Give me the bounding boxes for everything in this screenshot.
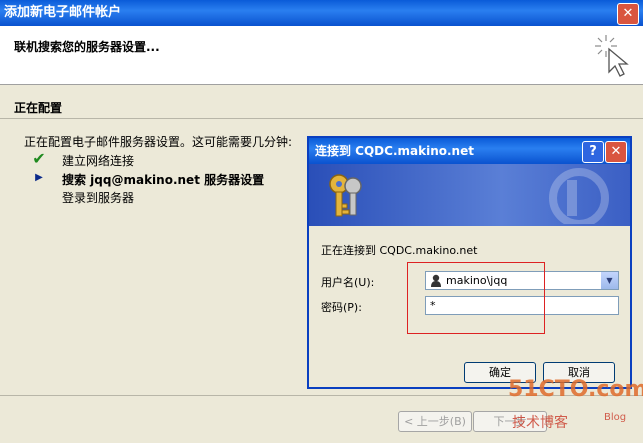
back-button[interactable]: < 上一步(B): [398, 411, 472, 432]
password-label: 密码(P):: [321, 301, 362, 314]
header-title: 联机搜索您的服务器设置...: [14, 40, 160, 54]
dialog-titlebar: 连接到 CQDC.makino.net ? ✕: [309, 138, 630, 164]
window-title: 添加新电子邮件帐户: [4, 5, 122, 20]
cursor-sparkle-icon: [595, 35, 629, 77]
add-email-account-window: 添加新电子邮件帐户 ✕ 联机搜索您的服务器设置... 正在配置 正在配置电子邮件…: [0, 0, 643, 443]
checkmark-icon: ✔: [32, 149, 46, 168]
dialog-title: 连接到 CQDC.makino.net: [315, 144, 474, 158]
step-search: ▶ 搜索 jqq@makino.net 服务器设置: [35, 171, 265, 187]
arrow-right-icon: ▶: [35, 172, 43, 183]
dialog-banner: [309, 164, 630, 226]
config-intro-text: 正在配置电子邮件服务器设置。这可能需要几分钟:: [24, 135, 293, 149]
step-network: ✔ 建立网络连接: [32, 151, 135, 169]
wizard-header: 联机搜索您的服务器设置...: [0, 26, 643, 85]
section-divider: [0, 118, 643, 119]
chevron-down-icon[interactable]: ▼: [601, 272, 618, 289]
watermark-site: 51CTO.com: [508, 377, 643, 402]
step-login: 登录到服务器: [62, 189, 134, 205]
help-button[interactable]: ?: [582, 141, 604, 163]
step-label: 建立网络连接: [62, 154, 135, 168]
keys-icon: [329, 174, 362, 217]
step-label: 登录到服务器: [62, 191, 135, 205]
dialog-close-button[interactable]: ✕: [605, 141, 627, 163]
highlight-box: [407, 262, 545, 334]
window-titlebar: 添加新电子邮件帐户 ✕: [0, 0, 643, 26]
username-label: 用户名(U):: [321, 276, 375, 289]
section-title: 正在配置: [14, 101, 63, 115]
watermark-blog: Blog: [604, 412, 627, 423]
connecting-text: 正在连接到 CQDC.makino.net: [321, 244, 478, 257]
banner-decoration: [549, 168, 609, 224]
window-close-button[interactable]: ✕: [617, 3, 639, 25]
step-label: 搜索 jqq@makino.net 服务器设置: [62, 173, 265, 187]
watermark-tagline: 技术博客: [512, 415, 568, 431]
